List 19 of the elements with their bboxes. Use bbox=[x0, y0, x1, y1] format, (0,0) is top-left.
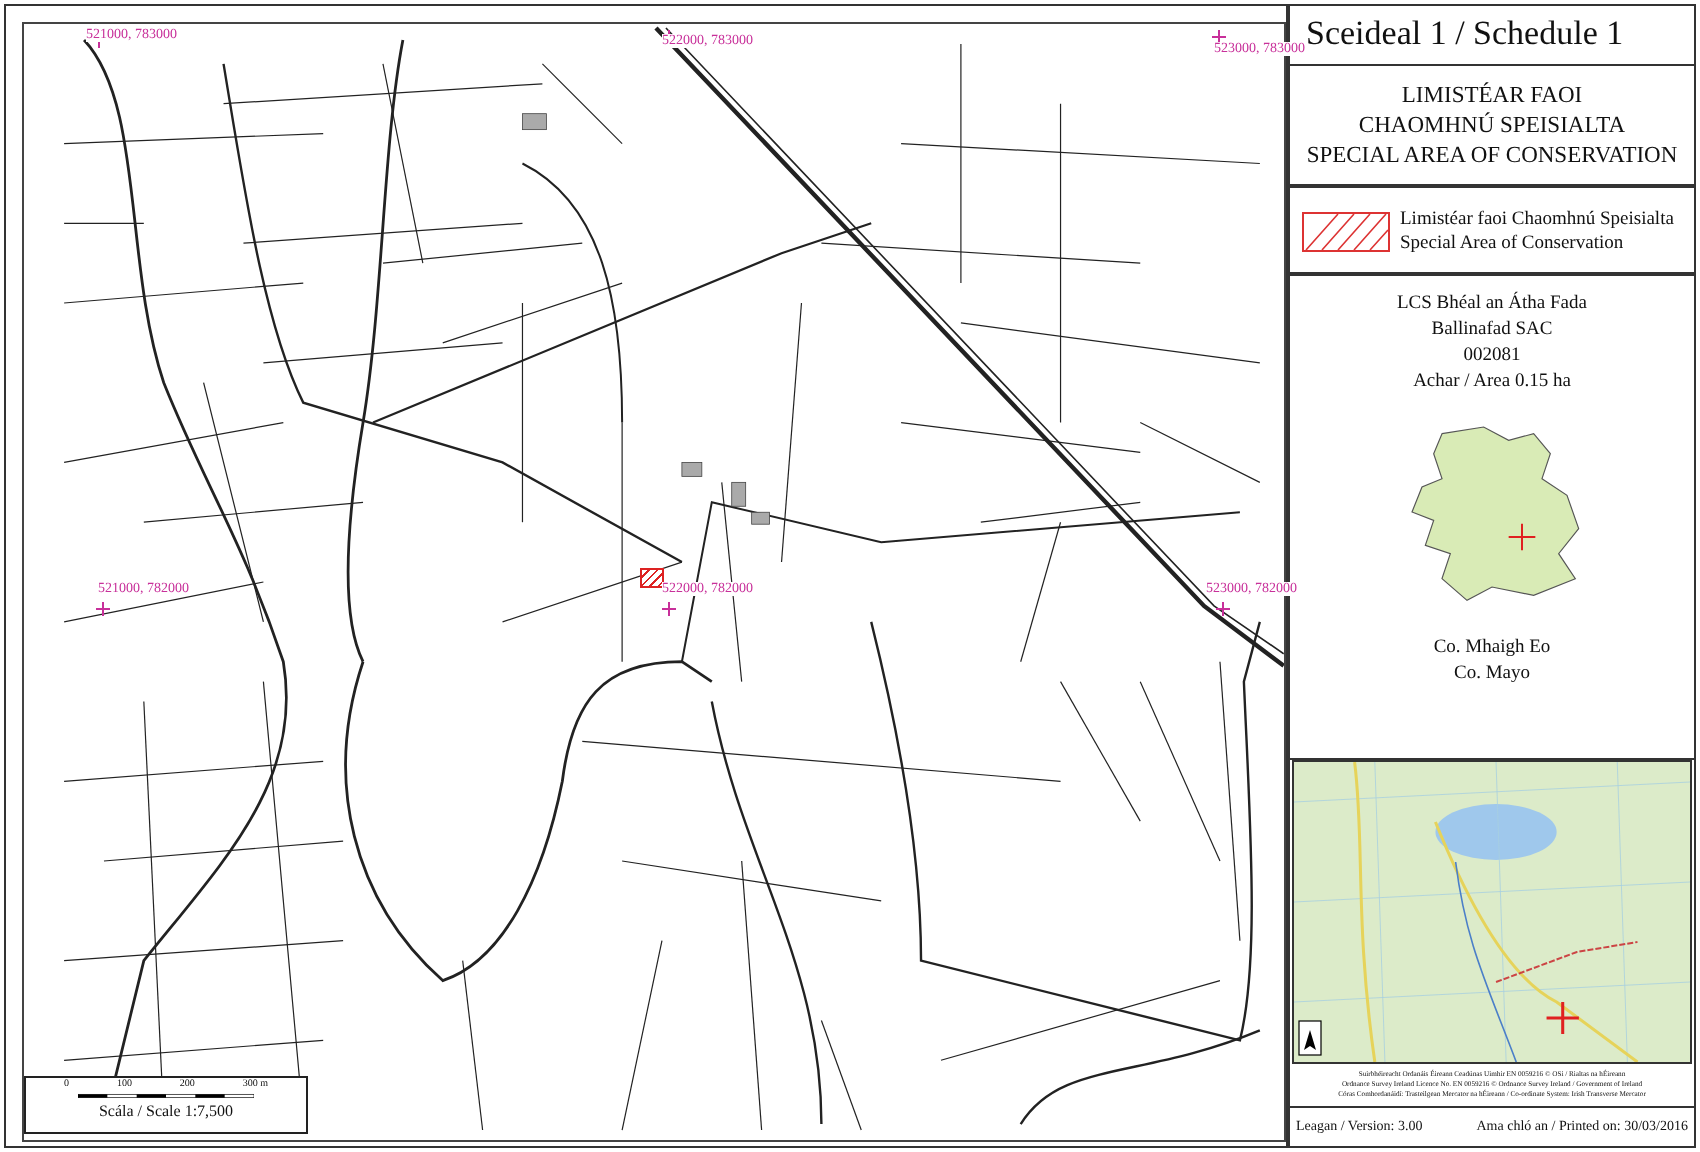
grid-cross-icon bbox=[1216, 602, 1230, 616]
scale-caption: Scála / Scale 1:7,500 bbox=[98, 1100, 234, 1122]
county-name: Co. Mayo bbox=[1454, 662, 1530, 688]
designation-line: SPECIAL AREA OF CONSERVATION bbox=[1306, 142, 1678, 172]
site-marker bbox=[640, 568, 664, 588]
site-detail: 002081 bbox=[1463, 344, 1521, 370]
county-name: Co. Mhaigh Eo bbox=[1433, 636, 1551, 662]
designation-line: LIMISTÉAR FAOI bbox=[1401, 82, 1583, 112]
hatched-legend-swatch-icon bbox=[1302, 212, 1390, 252]
legend-label: Special Area of Conservation bbox=[1400, 232, 1626, 256]
scale-bar-icon bbox=[78, 1092, 254, 1100]
legend-label: Limistéar faoi Chaomhnú Speisialta bbox=[1400, 208, 1674, 232]
grid-cross-icon bbox=[1212, 30, 1226, 44]
designation-line: CHAOMHNÚ SPEISIALTA bbox=[1358, 112, 1626, 142]
site-detail: Ballinafad SAC bbox=[1431, 318, 1553, 344]
site-detail: LCS Bhéal an Átha Fada bbox=[1397, 292, 1587, 318]
site-detail: Achar / Area 0.15 ha bbox=[1413, 370, 1571, 396]
grid-cross-icon bbox=[662, 602, 676, 616]
grid-cross-icon bbox=[96, 602, 110, 616]
